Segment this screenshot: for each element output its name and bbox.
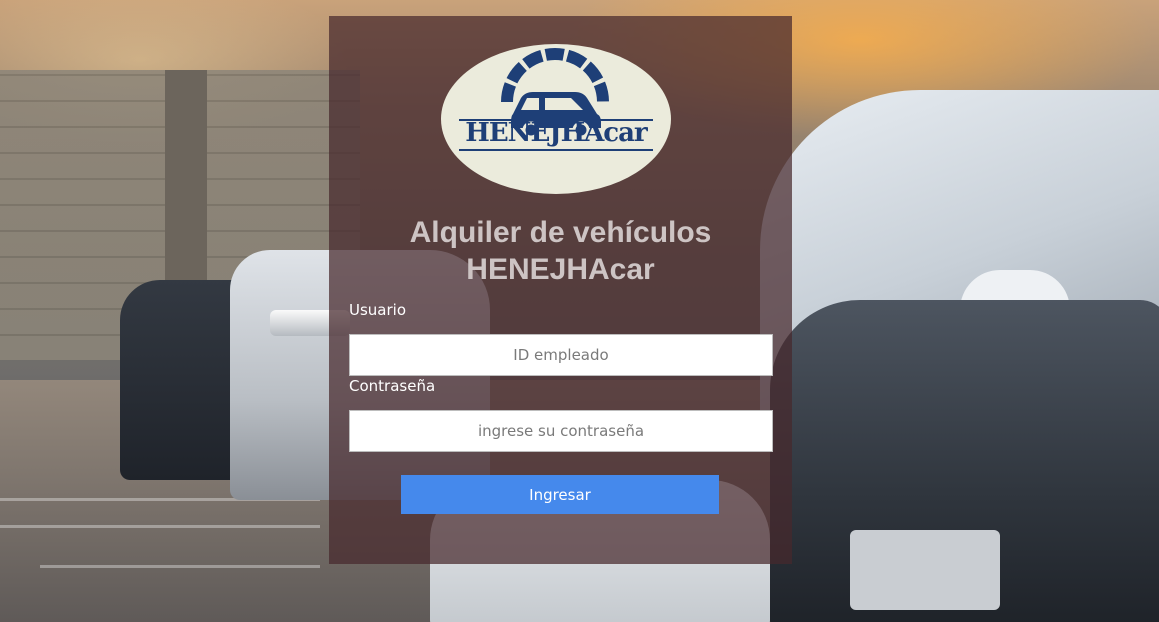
page-title-line2: HENEJHAcar xyxy=(466,253,655,286)
password-input[interactable] xyxy=(349,410,773,452)
login-button[interactable]: Ingresar xyxy=(401,475,719,514)
page-title: Alquiler de vehículos HENEJHAcar xyxy=(329,214,792,288)
password-label: Contraseña xyxy=(349,377,436,395)
logo-text: HENEJHAcar xyxy=(465,118,647,148)
username-input[interactable] xyxy=(349,334,773,376)
username-label: Usuario xyxy=(349,301,407,319)
login-panel: HENEJHAcar Alquiler de vehículos HENEJHA… xyxy=(329,16,792,564)
background-car xyxy=(770,300,1159,622)
parking-stripe xyxy=(0,525,320,528)
page-title-line1: Alquiler de vehículos xyxy=(409,216,712,249)
parking-stripe xyxy=(40,565,320,568)
car-headlight xyxy=(850,530,1000,610)
brand-logo: HENEJHAcar xyxy=(441,44,671,194)
